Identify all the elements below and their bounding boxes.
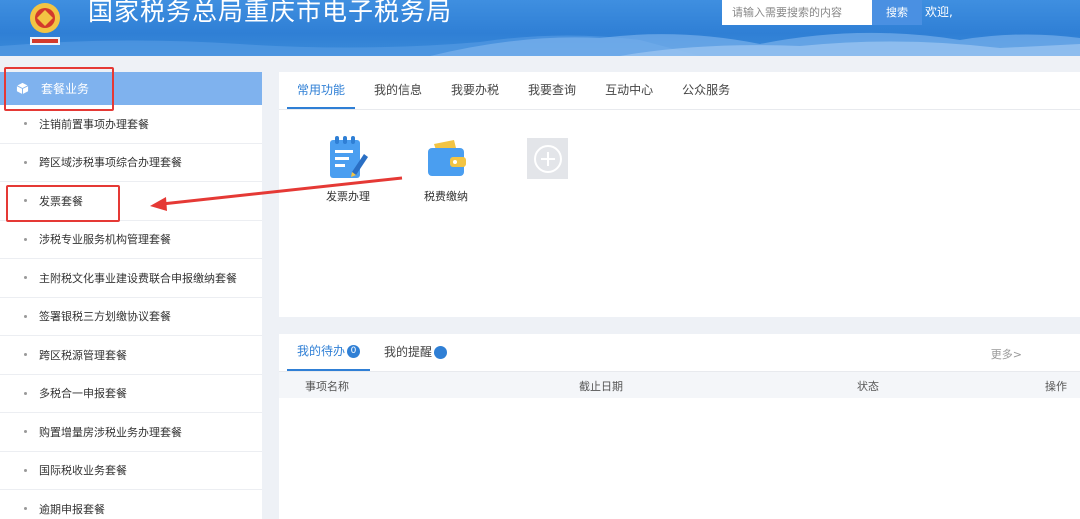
tab-my-reminders[interactable]: 我的提醒 — [374, 333, 457, 371]
column-header-deadline: 截止日期 — [579, 380, 623, 393]
tab-interaction[interactable]: 互动中心 — [595, 71, 663, 109]
bullet-icon — [24, 468, 27, 472]
todo-tabs: 我的待办 0 我的提醒 更多> — [279, 334, 1080, 372]
sidebar-item-label: 跨区税源管理套餐 — [39, 348, 127, 362]
todo-table-header: 事项名称 截止日期 状态 操作 — [279, 372, 1080, 398]
todo-panel: 我的待办 0 我的提醒 更多> 事项名称 截止日期 状态 操作 — [279, 334, 1080, 519]
sidebar-item-housing[interactable]: 购置增量房涉税业务办理套餐 — [0, 413, 262, 452]
reminder-count-badge — [434, 345, 448, 359]
function-label: 税费缴纳 — [424, 190, 468, 203]
sidebar-item-overdue[interactable]: 逾期申报套餐 — [0, 490, 262, 519]
sidebar-item-label: 跨区域涉税事项综合办理套餐 — [39, 156, 182, 170]
plus-circle-icon — [533, 144, 562, 173]
annotation-arrow — [150, 176, 403, 211]
sidebar-item-label: 逾期申报套餐 — [39, 502, 105, 516]
bullet-icon — [24, 314, 27, 318]
column-header-action: 操作 — [1045, 380, 1067, 393]
tab-common-functions[interactable]: 常用功能 — [287, 71, 356, 109]
tab-public-service[interactable]: 公众服务 — [672, 71, 740, 109]
sidebar-item-label: 国际税收业务套餐 — [39, 464, 127, 478]
bullet-icon — [24, 276, 27, 280]
sidebar-item-label: 购置增量房涉税业务办理套餐 — [39, 425, 182, 439]
tab-query[interactable]: 我要查询 — [518, 71, 586, 109]
search-input[interactable]: 请输入需要搜索的内容 — [722, 0, 872, 25]
add-function-button[interactable] — [527, 138, 568, 179]
site-header: 国家税务总局重庆市电子税务局 请输入需要搜索的内容 搜索 欢迎, — [0, 0, 1080, 56]
tax-payment-shortcut[interactable]: 税费缴纳 — [411, 136, 481, 204]
tab-label: 我的提醒 — [384, 345, 433, 359]
sidebar-item-label: 主附税文化事业建设费联合申报缴纳套餐 — [39, 271, 237, 285]
tab-my-todo[interactable]: 我的待办 0 — [287, 333, 371, 371]
annotation-box-heading — [4, 67, 114, 111]
sidebar-item-label: 签署银税三方划缴协议套餐 — [39, 310, 171, 324]
tax-bureau-emblem-icon — [30, 3, 60, 45]
annotation-box-invoice — [6, 185, 120, 222]
sidebar-item-international[interactable]: 国际税收业务套餐 — [0, 452, 262, 490]
bullet-icon — [24, 237, 27, 241]
sidebar-item-label: 多税合一申报套餐 — [39, 387, 127, 401]
main-tabs: 常用功能 我的信息 我要办税 我要查询 互动中心 公众服务 — [279, 72, 1080, 110]
sidebar-item-label: 涉税专业服务机构管理套餐 — [39, 233, 171, 247]
sidebar-item-bank-agreement[interactable]: 签署银税三方划缴协议套餐 — [0, 298, 262, 336]
bullet-icon — [24, 507, 27, 511]
bullet-icon — [24, 122, 27, 126]
site-title: 国家税务总局重庆市电子税务局 — [88, 0, 453, 26]
sidebar-item-culture-fee[interactable]: 主附税文化事业建设费联合申报缴纳套餐 — [0, 259, 262, 298]
wallet-icon — [428, 140, 466, 176]
bullet-icon — [24, 430, 27, 434]
tab-label: 我的待办 — [297, 344, 346, 358]
sidebar-item-tax-source[interactable]: 跨区税源管理套餐 — [0, 336, 262, 375]
column-header-status: 状态 — [857, 380, 879, 393]
tab-my-info[interactable]: 我的信息 — [364, 71, 432, 109]
sidebar-item-label: 注销前置事项办理套餐 — [39, 117, 149, 131]
todo-count-badge: 0 — [347, 344, 361, 358]
sidebar: 套餐业务 注销前置事项办理套餐 跨区域涉税事项综合办理套餐 发票套餐 涉税专业服… — [0, 72, 262, 519]
sidebar-item-multi-tax[interactable]: 多税合一申报套餐 — [0, 375, 262, 413]
sidebar-item-agency[interactable]: 涉税专业服务机构管理套餐 — [0, 221, 262, 259]
welcome-text: 欢迎, — [925, 5, 953, 19]
bullet-icon — [24, 391, 27, 395]
bullet-icon — [24, 160, 27, 164]
tab-tax-handling[interactable]: 我要办税 — [441, 71, 509, 109]
bullet-icon — [24, 353, 27, 357]
search-button[interactable]: 搜索 — [872, 0, 922, 25]
more-link[interactable]: 更多> — [991, 346, 1022, 362]
column-header-name: 事项名称 — [305, 380, 349, 393]
